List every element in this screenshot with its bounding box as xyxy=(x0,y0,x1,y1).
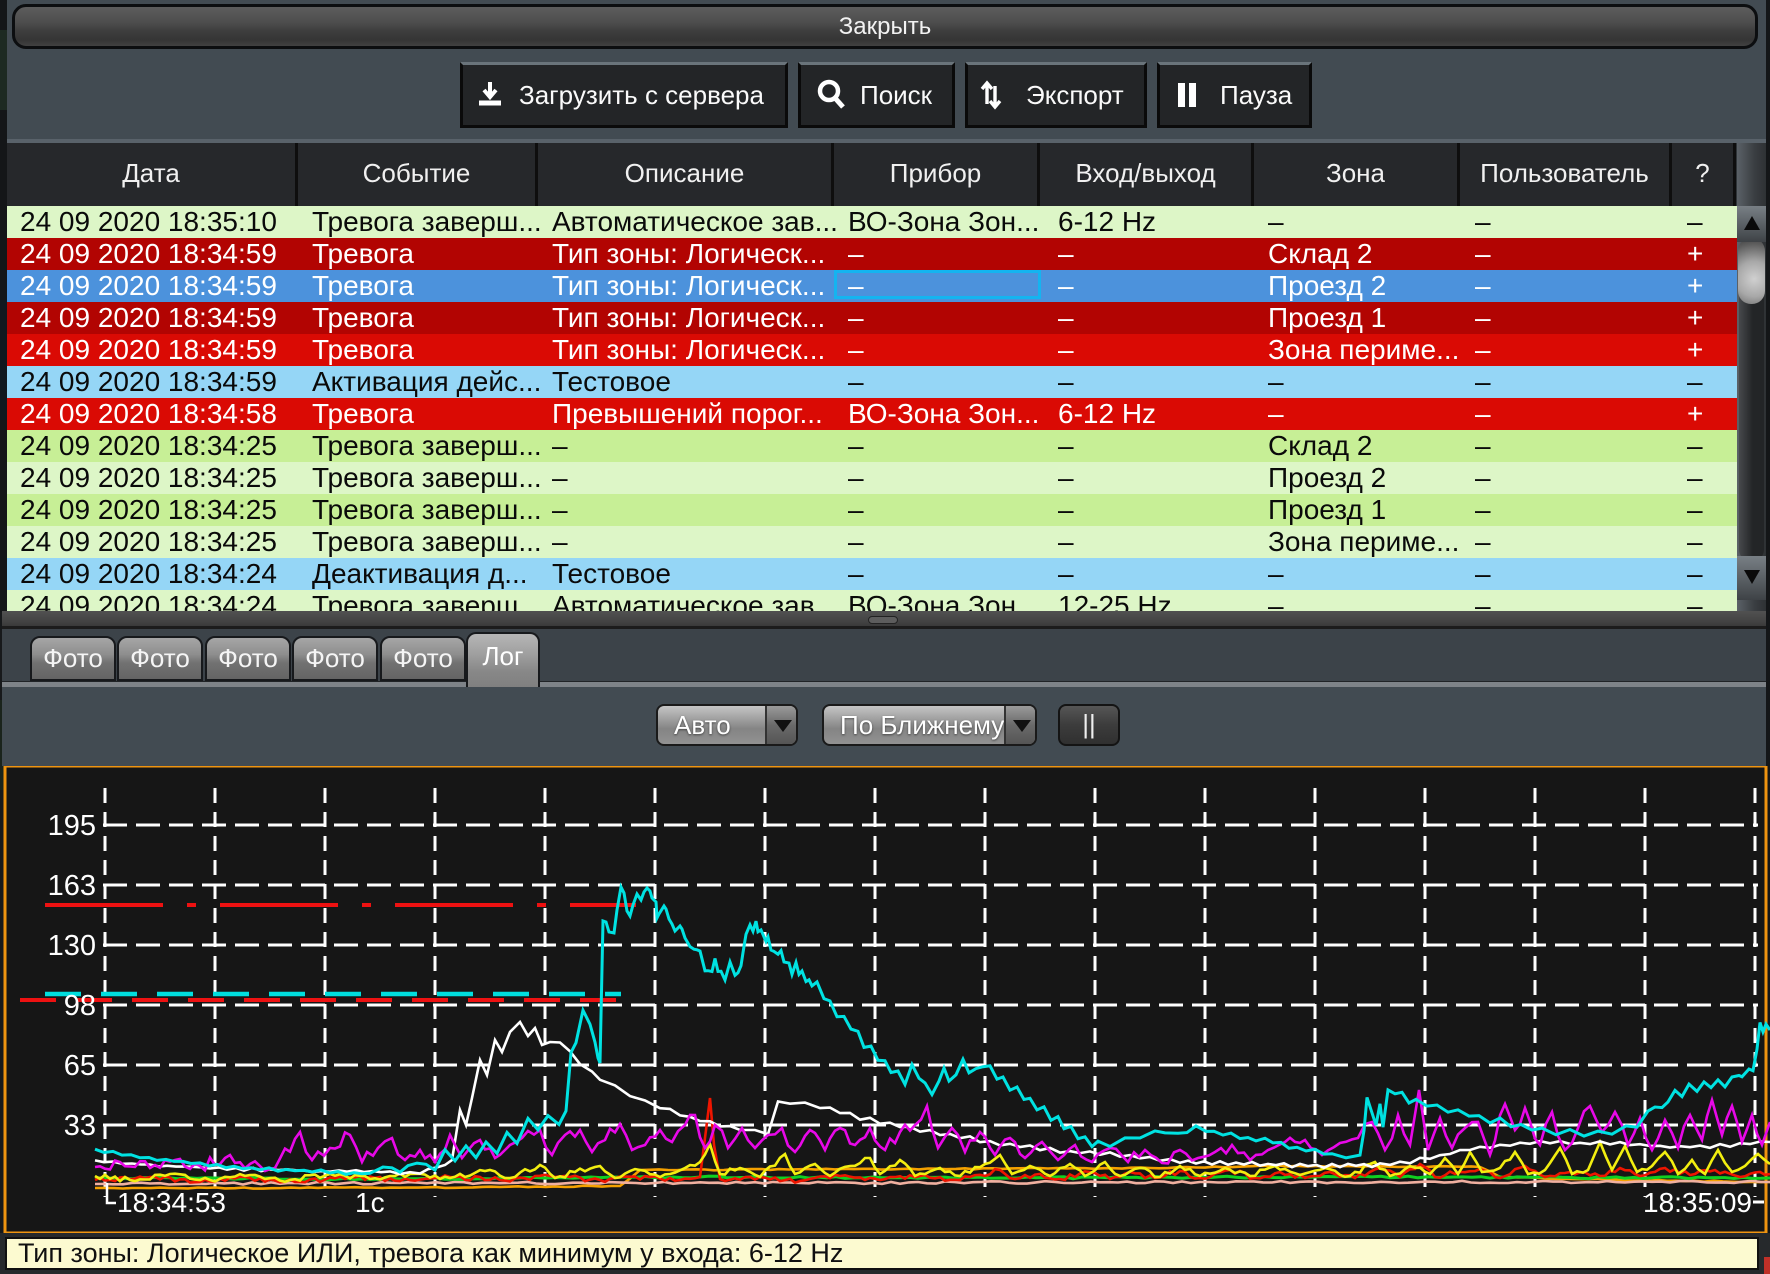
svg-text:18:34:53: 18:34:53 xyxy=(117,1187,226,1218)
svg-text:18:35:09: 18:35:09 xyxy=(1643,1187,1752,1218)
svg-text:163: 163 xyxy=(48,870,96,902)
svg-text:33: 33 xyxy=(64,1110,96,1142)
svg-text:1c: 1c xyxy=(355,1187,385,1218)
svg-text:98: 98 xyxy=(64,990,96,1022)
svg-text:130: 130 xyxy=(48,930,96,962)
svg-text:195: 195 xyxy=(48,810,96,842)
svg-text:65: 65 xyxy=(64,1050,96,1082)
